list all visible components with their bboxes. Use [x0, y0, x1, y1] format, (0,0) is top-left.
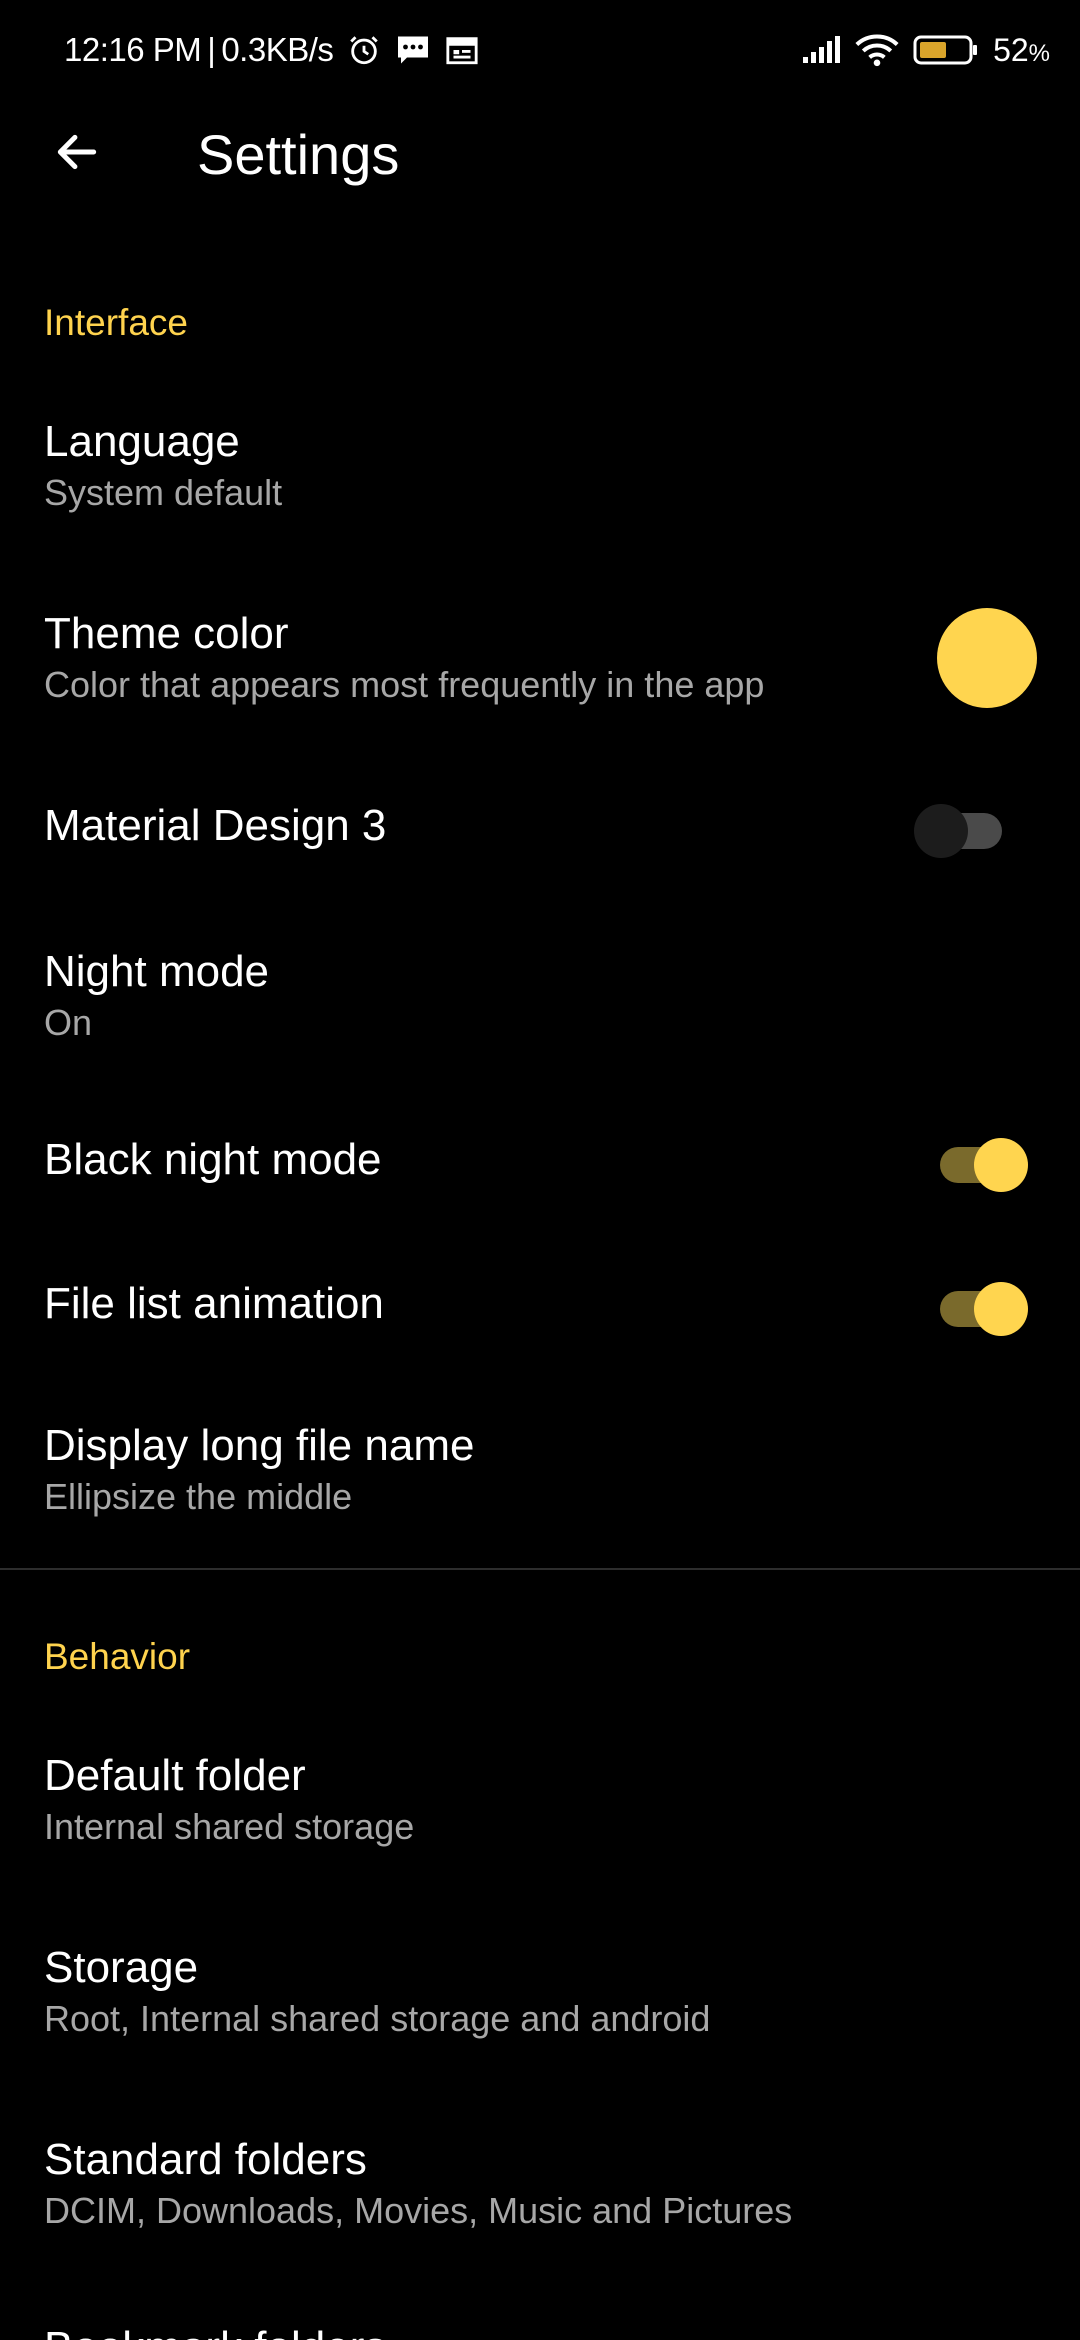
setting-title: Default folder — [44, 1751, 306, 1800]
back-arrow-icon — [57, 134, 97, 170]
status-left: 12:16 PM | 0.3KB/s — [64, 28, 479, 72]
setting-title: Storage — [44, 1943, 199, 1992]
setting-title: Language — [44, 417, 240, 466]
message-icon — [395, 33, 431, 67]
setting-theme-color[interactable]: Theme color Color that appears most freq… — [0, 594, 1080, 744]
file-list-animation-switch[interactable] — [936, 1274, 1028, 1336]
setting-title: Display long file name — [44, 1421, 475, 1470]
setting-night-mode[interactable]: Night mode On — [0, 936, 1080, 1086]
status-bar: 12:16 PM | 0.3KB/s 52% — [0, 0, 1080, 100]
status-right: 52% — [801, 28, 1050, 72]
wifi-icon — [855, 33, 899, 67]
network-speed: 0.3KB/s — [221, 31, 334, 68]
setting-black-night-mode[interactable]: Black night mode — [0, 1134, 1080, 1234]
setting-summary: System default — [44, 472, 283, 513]
setting-bookmark-folders[interactable]: Bookmark folders — [0, 2316, 1080, 2340]
section-header-behavior: Behavior — [44, 1636, 191, 1677]
calendar-icon — [445, 34, 479, 66]
battery-icon — [913, 34, 979, 66]
setting-storage[interactable]: Storage Root, Internal shared storage an… — [0, 1942, 1080, 2092]
setting-summary: Color that appears most frequently in th… — [44, 664, 765, 705]
material-design-3-switch[interactable] — [914, 796, 1006, 858]
section-divider — [0, 1568, 1080, 1570]
switch-thumb — [974, 1282, 1028, 1336]
setting-title: Bookmark folders — [44, 2322, 386, 2340]
setting-summary: Root, Internal shared storage and androi… — [44, 1998, 711, 2039]
setting-title: Material Design 3 — [44, 801, 387, 850]
battery-percent: 52% — [993, 31, 1050, 68]
setting-summary: On — [44, 1002, 93, 1043]
setting-display-long-file-name[interactable]: Display long file name Ellipsize the mid… — [0, 1420, 1080, 1560]
status-separator: | — [207, 31, 216, 68]
setting-title: File list animation — [44, 1279, 384, 1328]
setting-title: Night mode — [44, 947, 270, 996]
setting-title: Theme color — [44, 609, 289, 658]
setting-title: Standard folders — [44, 2135, 367, 2184]
switch-thumb — [914, 804, 968, 858]
setting-file-list-animation[interactable]: File list animation — [0, 1278, 1080, 1378]
setting-standard-folders[interactable]: Standard folders DCIM, Downloads, Movies… — [0, 2134, 1080, 2284]
setting-material-design-3[interactable]: Material Design 3 — [0, 790, 1080, 890]
setting-title: Black night mode — [44, 1135, 382, 1184]
setting-summary: Internal shared storage — [44, 1806, 415, 1847]
alarm-icon — [347, 33, 381, 67]
black-night-mode-switch[interactable] — [936, 1130, 1028, 1192]
signal-icon — [801, 35, 841, 65]
back-button[interactable] — [40, 115, 114, 189]
setting-summary: DCIM, Downloads, Movies, Music and Pictu… — [44, 2190, 793, 2231]
setting-default-folder[interactable]: Default folder Internal shared storage — [0, 1750, 1080, 1900]
page-title: Settings — [197, 123, 400, 186]
setting-language[interactable]: Language System default — [0, 402, 1080, 552]
section-header-interface: Interface — [44, 302, 188, 343]
theme-color-swatch[interactable] — [937, 608, 1037, 708]
setting-summary: Ellipsize the middle — [44, 1476, 353, 1517]
switch-thumb — [974, 1138, 1028, 1192]
app-bar: Settings — [0, 100, 1080, 220]
status-time: 12:16 PM — [64, 31, 202, 68]
